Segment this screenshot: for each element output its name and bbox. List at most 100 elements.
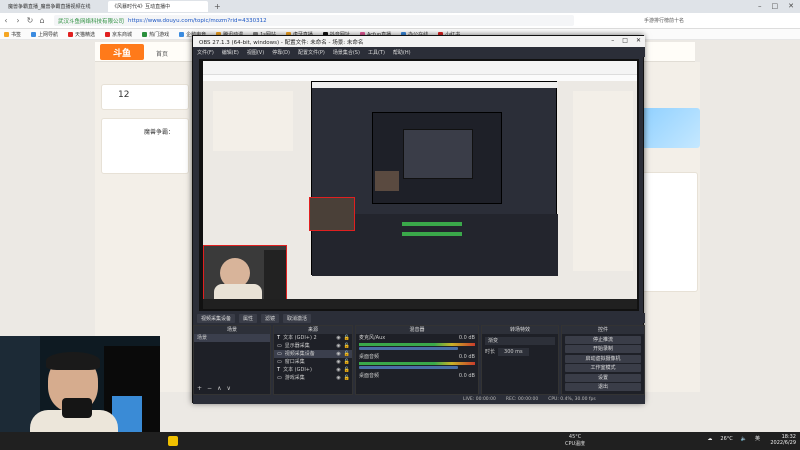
- obs-menu-item[interactable]: 文件(F): [197, 49, 214, 56]
- visibility-icon[interactable]: ◉: [336, 358, 340, 366]
- bookmark-item[interactable]: 上网导航: [31, 31, 58, 38]
- bookmark-icon: [31, 31, 37, 37]
- control-button-5[interactable]: 退出: [565, 383, 641, 391]
- volume-slider[interactable]: [359, 366, 458, 369]
- bookmark-item[interactable]: 天猫精选: [68, 31, 95, 38]
- obs-menu-item[interactable]: 视图(V): [247, 49, 264, 56]
- up-icon[interactable]: ∧: [217, 385, 221, 392]
- obs-menu-item[interactable]: 编辑(E): [222, 49, 239, 56]
- new-tab-button[interactable]: +: [214, 2, 221, 11]
- app-icon[interactable]: [168, 436, 178, 446]
- weather-icon[interactable]: ☁: [707, 436, 712, 442]
- nested-obs-capture: [311, 81, 558, 276]
- lock-icon[interactable]: 🔓: [344, 358, 352, 366]
- browser-tab-2[interactable]: 《风暴时代4》互动直播中: [108, 1, 208, 12]
- lock-icon[interactable]: 🔓: [344, 342, 352, 350]
- lock-icon[interactable]: 🔓: [344, 334, 352, 342]
- obs-menu-item[interactable]: 工具(T): [368, 49, 385, 56]
- source-item[interactable]: T 文本 (GDI+) 2 ◉ 🔓: [274, 334, 352, 342]
- obs-menu-item[interactable]: 配置文件(P): [298, 49, 325, 56]
- source-label: 显示器采集: [284, 343, 310, 349]
- minimize-icon[interactable]: –: [611, 37, 614, 44]
- bookmark-label: 热门游戏: [149, 31, 170, 38]
- obs-preview[interactable]: [199, 59, 639, 311]
- transition-select[interactable]: 渐变: [485, 337, 555, 345]
- lock-icon[interactable]: 🔓: [344, 350, 352, 358]
- source-item[interactable]: ▭ 视频采集设备 ◉ 🔓: [274, 350, 352, 358]
- source-icon: T: [277, 367, 281, 373]
- obs-window: OBS 27.1.3 (64-bit, windows) - 配置文件: 未命名…: [192, 35, 645, 404]
- streamer-title: 魔兽争霸：: [144, 129, 175, 136]
- search-box[interactable]: 手游排行榜前十名: [644, 17, 684, 24]
- windows-taskbar: 45°C CPU温度 ☁ 26°C 🔈 英 18:32 2022/6/29: [0, 432, 800, 450]
- sources-panel: 来源 T 文本 (GDI+) 2 ◉ 🔓 ▭ 显示器采集 ◉ 🔓 ▭ 视频采集设备 ◉ 🔓 ▭ 窗口采集 ◉…: [273, 325, 353, 395]
- site-logo[interactable]: 斗鱼: [100, 44, 144, 60]
- obs-statusbar: LIVE: 00:00:00 REC: 00:00:00 CPU: 0.4%, 30…: [193, 395, 645, 404]
- visibility-icon[interactable]: ◉: [336, 342, 340, 350]
- scene-item[interactable]: 场景: [194, 334, 270, 342]
- streamer-card: 魔兽争霸：: [101, 118, 189, 174]
- bookmark-icon: [4, 31, 9, 37]
- ime-indicator[interactable]: 英: [755, 435, 760, 442]
- home-icon[interactable]: ⌂: [36, 16, 48, 25]
- clock[interactable]: 18:32 2022/6/29: [770, 434, 796, 446]
- dock-tab[interactable]: 取消激活: [283, 313, 312, 323]
- channel-db: 0.0 dB: [458, 335, 475, 341]
- volume-icon[interactable]: 🔈: [741, 436, 747, 442]
- promo-banner[interactable]: [640, 108, 700, 148]
- transition-type: 渐变: [488, 338, 499, 344]
- nav-home[interactable]: 首页: [156, 49, 168, 58]
- control-button-4[interactable]: 设置: [565, 373, 641, 382]
- status-item: LIVE: 00:00:00: [463, 397, 496, 402]
- obs-menu-item[interactable]: 场景集合(S): [333, 49, 360, 56]
- close-icon[interactable]: ✕: [788, 2, 794, 10]
- volume-slider[interactable]: [359, 347, 458, 350]
- bookmark-icon: [179, 31, 185, 37]
- source-item[interactable]: ▭ 窗口采集 ◉ 🔓: [274, 358, 352, 366]
- visibility-icon[interactable]: ◉: [336, 374, 340, 382]
- mixer-channel-label: 麦克风/Aux 0.0 dB: [356, 334, 478, 342]
- visibility-icon[interactable]: ◉: [336, 334, 340, 342]
- source-item[interactable]: T 文本 (GDI+) ◉ 🔓: [274, 366, 352, 374]
- visibility-icon[interactable]: ◉: [336, 350, 340, 358]
- scenes-header: 场景: [194, 326, 270, 334]
- source-label: 文本 (GDI+): [283, 367, 312, 373]
- visibility-icon[interactable]: ◉: [336, 366, 340, 374]
- bookmark-item[interactable]: 书签: [4, 31, 21, 38]
- rank-list: [642, 172, 698, 292]
- obs-menu-item[interactable]: 帮助(H): [393, 49, 411, 56]
- control-button-1[interactable]: 开始录制: [565, 345, 641, 353]
- dock-tab[interactable]: 滤镜: [261, 313, 280, 323]
- control-button-2[interactable]: 启动虚拟摄像机: [565, 354, 641, 363]
- close-icon[interactable]: ✕: [636, 37, 641, 44]
- level-meter: [359, 343, 475, 346]
- right-sidebar: [640, 62, 700, 392]
- reload-icon[interactable]: ↻: [24, 16, 36, 25]
- control-button-3[interactable]: 工作室模式: [565, 364, 641, 372]
- back-icon[interactable]: ‹: [0, 16, 12, 25]
- control-button-0[interactable]: 停止推流: [565, 335, 641, 344]
- source-item[interactable]: ▭ 显示器采集 ◉ 🔓: [274, 342, 352, 350]
- add-icon[interactable]: +: [197, 385, 202, 392]
- sources-header: 来源: [274, 326, 352, 334]
- down-icon[interactable]: ∨: [226, 385, 230, 392]
- url-field[interactable]: 武汉斗鱼网络科技有限公司 https://www.douyu.com/topic…: [54, 15, 574, 26]
- dock-tab[interactable]: 视频采集设备: [197, 313, 236, 323]
- browser-tab-1[interactable]: 魔兽争霸直播_魔兽争霸直播视频在线: [4, 1, 104, 12]
- dock-tab[interactable]: 属性: [239, 313, 258, 323]
- minimize-icon[interactable]: –: [758, 2, 762, 10]
- maximize-icon[interactable]: □: [772, 2, 779, 10]
- lock-icon[interactable]: 🔓: [344, 366, 352, 374]
- duration-input[interactable]: 300 ms: [498, 348, 529, 356]
- mixer-channel-label: 桌面音频 0.0 dB: [356, 353, 478, 361]
- source-item[interactable]: ▭ 游戏采集 ◉ 🔓: [274, 374, 352, 382]
- lock-icon[interactable]: 🔓: [344, 374, 352, 382]
- bookmark-item[interactable]: 京东商城: [105, 31, 132, 38]
- forward-icon[interactable]: ›: [12, 16, 24, 25]
- controls-panel: 控件 停止推流 开始录制 启动虚拟摄像机 工作室模式 设置 退出: [561, 325, 645, 395]
- maximize-icon[interactable]: □: [622, 37, 628, 44]
- obs-menu-item[interactable]: 停靠(D): [272, 49, 290, 56]
- source-label: 窗口采集: [284, 359, 305, 365]
- bookmark-item[interactable]: 热门游戏: [142, 31, 169, 38]
- remove-icon[interactable]: −: [207, 385, 212, 392]
